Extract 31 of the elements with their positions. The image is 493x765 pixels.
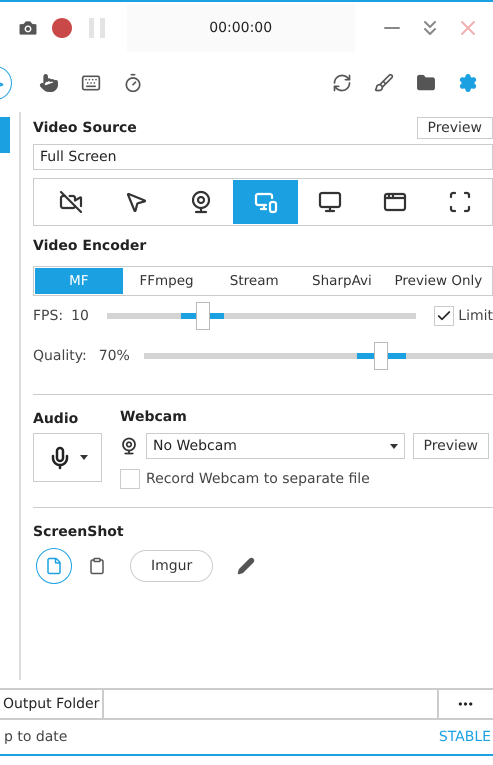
section-title: Webcam xyxy=(120,409,188,425)
section-title: ScreenShot xyxy=(33,524,124,540)
file-icon[interactable] xyxy=(36,548,72,584)
imgur-button[interactable]: Imgur xyxy=(130,550,214,582)
webcam-dropdown[interactable]: No Webcam xyxy=(146,433,404,459)
slider-thumb[interactable] xyxy=(196,302,210,330)
preview-button[interactable]: Preview xyxy=(416,117,493,139)
fps-value: 10 xyxy=(71,308,89,324)
section-title: Video Source xyxy=(33,120,137,136)
section-title: Video Encoder xyxy=(33,238,146,254)
checkbox[interactable] xyxy=(120,469,140,489)
record-icon[interactable] xyxy=(52,18,72,38)
caret-icon xyxy=(390,444,398,448)
timer-display: 00:00:00 xyxy=(126,4,355,52)
active-tab-marker[interactable] xyxy=(0,117,10,153)
release-channel: STABLE xyxy=(438,729,492,745)
output-folder-label: Output Folder xyxy=(0,690,104,718)
checkbox-label: Record Webcam to separate file xyxy=(146,471,370,487)
update-status: p to date xyxy=(3,729,68,745)
quality-label: Quality: xyxy=(33,348,87,364)
microphone-dropdown[interactable] xyxy=(33,433,102,482)
fps-label: FPS: xyxy=(33,308,64,324)
webcam-icon xyxy=(120,437,138,455)
quality-value: 70% xyxy=(98,348,130,364)
section-title: Audio xyxy=(33,411,80,427)
limit-label: Limit xyxy=(458,308,493,324)
video-source-field[interactable]: Full Screen xyxy=(33,144,493,170)
caret-icon xyxy=(80,455,88,460)
slider-thumb[interactable] xyxy=(374,342,388,370)
limit-checkbox[interactable] xyxy=(434,306,454,326)
preview-button[interactable]: Preview xyxy=(412,433,489,459)
